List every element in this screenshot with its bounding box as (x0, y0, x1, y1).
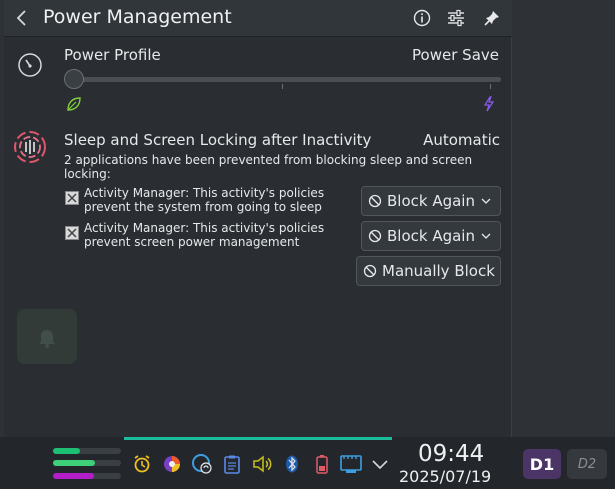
inhibition-description: 2 applications have been prevented from … (64, 153, 473, 181)
manually-block-button[interactable]: Manually Block (356, 256, 501, 286)
application-icon (65, 226, 79, 240)
block-icon (368, 194, 382, 208)
info-button[interactable] (411, 7, 433, 29)
update-icon[interactable] (191, 453, 213, 475)
power-profile-slider[interactable] (64, 77, 501, 82)
meter-fill (53, 473, 94, 479)
block-again-button[interactable]: Block Again (361, 186, 501, 216)
desktop-1-button[interactable]: D1 (523, 449, 561, 479)
system-meter (53, 448, 121, 454)
active-task-indicator (124, 437, 392, 440)
page-title: Power Management (43, 6, 232, 28)
sliders-icon (448, 9, 464, 27)
network-icon[interactable] (340, 453, 362, 475)
fingerprint-icon (14, 131, 46, 163)
clock-time[interactable]: 09:44 (418, 441, 484, 467)
meter-fill (53, 460, 96, 466)
meter-fill (53, 448, 81, 454)
sleep-locking-value: Automatic (423, 131, 500, 149)
inhibition-text: Activity Manager: This activity's polici… (84, 186, 325, 214)
popup-header: Power Management (4, 0, 512, 37)
info-icon (413, 9, 431, 27)
speedometer-icon (18, 53, 42, 77)
chevron-down-icon (481, 198, 491, 204)
block-icon (368, 229, 382, 243)
block-again-label: Block Again (387, 227, 475, 245)
block-icon (363, 264, 377, 278)
back-button[interactable] (11, 7, 33, 29)
pin-button[interactable] (481, 7, 503, 29)
slider-tick (282, 84, 283, 89)
clock-date[interactable]: 2025/07/19 (399, 467, 491, 486)
lightning-icon (483, 96, 495, 112)
block-again-label: Block Again (387, 192, 475, 210)
chevron-down-icon (372, 460, 388, 470)
volume-icon[interactable] (251, 453, 273, 475)
clipboard-icon[interactable] (221, 453, 243, 475)
slider-tick (490, 84, 491, 89)
manually-block-label: Manually Block (382, 262, 495, 280)
block-again-button[interactable]: Block Again (361, 221, 501, 251)
alarm-clock-icon[interactable] (131, 453, 153, 475)
power-profile-value: Power Save (412, 46, 499, 64)
sleep-locking-label: Sleep and Screen Locking after Inactivit… (64, 131, 372, 149)
pin-icon (484, 11, 499, 26)
chevron-down-icon (481, 233, 491, 239)
system-meter (53, 473, 121, 479)
chevron-left-icon (16, 10, 26, 26)
inhibition-text: Activity Manager: This activity's polici… (84, 221, 325, 249)
expand-tray-button[interactable] (369, 453, 391, 475)
application-icon (65, 191, 79, 205)
configure-button[interactable] (445, 7, 467, 29)
color-picker-icon[interactable] (161, 453, 183, 475)
slider-handle[interactable] (64, 69, 84, 89)
leaf-icon (67, 97, 81, 111)
battery-icon[interactable] (311, 453, 333, 475)
desktop-2-button[interactable]: D2 (567, 449, 607, 479)
notification-bell-icon (17, 309, 77, 364)
system-meter (53, 460, 121, 466)
bluetooth-icon[interactable] (281, 453, 303, 475)
power-profile-label: Power Profile (64, 46, 161, 64)
power-management-popup: Power Management Power Profile Power Sav… (4, 0, 512, 437)
